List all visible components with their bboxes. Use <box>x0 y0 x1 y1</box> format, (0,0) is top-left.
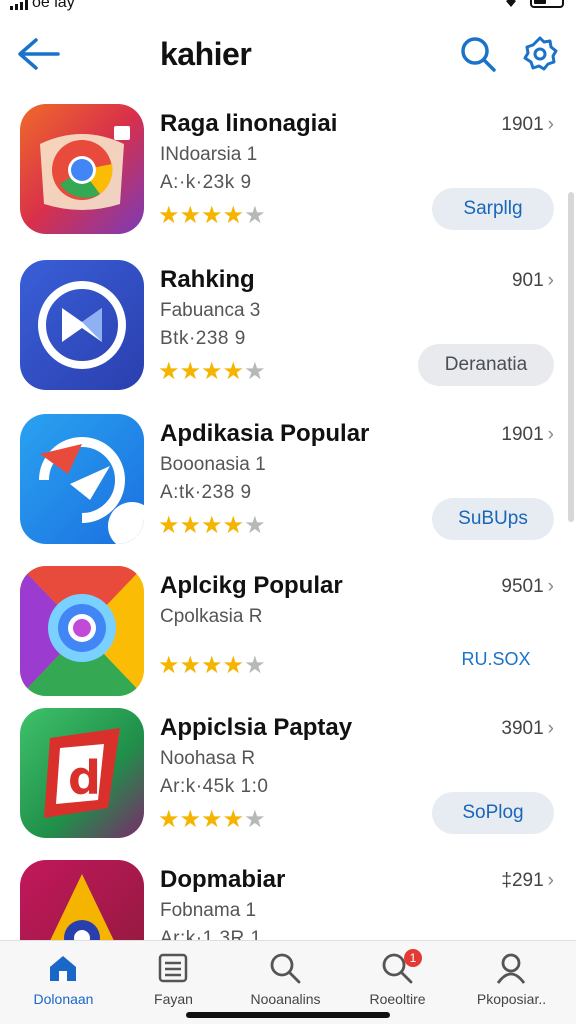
scrollbar[interactable] <box>568 192 574 522</box>
list-item[interactable]: Dopmabiar Fobnama 1 Ar:k·1.3R 1 ‡291 › <box>0 848 576 940</box>
app-category: Booonasia 1 <box>160 454 266 475</box>
app-action-link[interactable]: RU.SOX <box>446 638 546 680</box>
app-icon <box>20 414 144 544</box>
review-count[interactable]: 1901 › <box>501 424 554 446</box>
chevron-right-icon: › <box>547 576 554 597</box>
app-name: Raga linonagiai <box>160 110 338 137</box>
carrier-name: oe iay <box>32 0 75 11</box>
header: kahier <box>0 22 576 86</box>
chevron-right-icon: › <box>547 718 554 739</box>
star-rating: ★★★★★ <box>158 512 266 539</box>
gear-icon[interactable] <box>520 34 560 74</box>
chevron-right-icon: › <box>547 424 554 445</box>
app-meta: A:tk·238 9 <box>160 482 252 503</box>
nav-item-updates[interactable]: 1 Roeoltire <box>340 941 455 1013</box>
app-category: Fobnama 1 <box>160 900 257 921</box>
home-icon <box>50 956 76 981</box>
search-icon <box>270 953 301 984</box>
app-name: Apdikasia Popular <box>160 420 370 447</box>
chevron-right-icon: › <box>547 114 554 135</box>
nav-label: Dolonaan <box>33 991 94 1007</box>
list-item[interactable]: d Appiclsia Paptay Noohasa R Ar:k·45k 1:… <box>0 696 576 848</box>
app-category: Noohasa R <box>160 748 256 769</box>
app-icon <box>20 260 144 390</box>
arrow-left-icon[interactable] <box>14 34 62 74</box>
nav-label: Nooanalins <box>250 991 321 1007</box>
nav-item-home[interactable]: Dolonaan <box>6 941 121 1013</box>
app-category: Fabuanca 3 <box>160 300 261 321</box>
nav-label: Pkoposiar.. <box>476 991 547 1007</box>
status-bar: oe iay <box>0 0 576 16</box>
nav-item-search[interactable]: Nooanalins <box>228 941 343 1013</box>
app-category: Cpolkasia R <box>160 606 263 627</box>
nav-item-list[interactable]: Fayan <box>116 941 231 1013</box>
review-count[interactable]: ‡291 › <box>501 870 554 892</box>
count-value: ‡291 <box>501 870 544 891</box>
star-rating: ★★★★★ <box>158 202 266 229</box>
app-list: Raga linonagiai INdoarsia 1 A:·k·23k 9 ★… <box>0 92 576 940</box>
app-meta: A:·k·23k 9 <box>160 172 252 193</box>
nav-item-profile[interactable]: Pkoposiar.. <box>454 941 569 1013</box>
app-icon <box>20 566 144 696</box>
app-action-button[interactable]: Deranatia <box>418 344 554 386</box>
count-value: 901 <box>511 270 544 291</box>
review-count[interactable]: 9501 › <box>501 576 554 598</box>
app-action-button[interactable]: SoPlog <box>432 792 554 834</box>
app-action-button[interactable]: Sarpllg <box>432 188 554 230</box>
review-count[interactable]: 901 › <box>512 270 554 292</box>
app-meta: Ar:k·1.3R 1 <box>160 928 262 940</box>
star-rating: ★★★★★ <box>158 652 266 679</box>
app-icon <box>20 104 144 234</box>
count-value: 3901 <box>501 718 544 739</box>
count-value: 1901 <box>501 424 544 445</box>
wifi-icon <box>506 0 516 7</box>
list-icon <box>158 953 188 983</box>
home-indicator[interactable] <box>186 1012 390 1018</box>
list-item[interactable]: Apdikasia Popular Booonasia 1 A:tk·238 9… <box>0 402 576 554</box>
star-rating: ★★★★★ <box>158 358 266 385</box>
page-title: kahier <box>160 36 252 72</box>
app-name: Dopmabiar <box>160 866 286 893</box>
count-value: 1901 <box>501 114 544 135</box>
app-name: Rahking <box>160 266 255 293</box>
battery-icon <box>530 0 564 8</box>
nav-label: Roeoltire <box>369 991 426 1007</box>
review-count[interactable]: 1901 › <box>501 114 554 136</box>
app-name: Aplcikg Popular <box>160 572 343 599</box>
signal-icon <box>10 0 28 10</box>
list-item[interactable]: Aplcikg Popular Cpolkasia R ★★★★★ 9501 › … <box>0 554 576 706</box>
chevron-right-icon: › <box>547 870 554 891</box>
app-icon <box>20 860 144 940</box>
app-meta: Ar:k·45k 1:0 <box>160 776 269 797</box>
star-rating: ★★★★★ <box>158 806 266 833</box>
list-item[interactable]: Rahking Fabuanca 3 Btk·238 9 ★★★★★ 901 › … <box>0 248 576 400</box>
person-icon <box>496 953 526 984</box>
app-action-button[interactable]: SuBUps <box>432 498 554 540</box>
search-icon[interactable] <box>458 34 498 74</box>
svg-text:d: d <box>68 751 101 805</box>
app-category: INdoarsia 1 <box>160 144 258 165</box>
list-item[interactable]: Raga linonagiai INdoarsia 1 A:·k·23k 9 ★… <box>0 92 576 244</box>
count-value: 9501 <box>501 576 544 597</box>
app-name: Appiclsia Paptay <box>160 714 353 741</box>
chevron-right-icon: › <box>547 270 554 291</box>
app-icon: d <box>20 708 144 838</box>
notification-badge: 1 <box>404 949 422 967</box>
review-count[interactable]: 3901 › <box>501 718 554 740</box>
nav-label: Fayan <box>154 991 193 1007</box>
app-meta: Btk·238 9 <box>160 328 246 349</box>
